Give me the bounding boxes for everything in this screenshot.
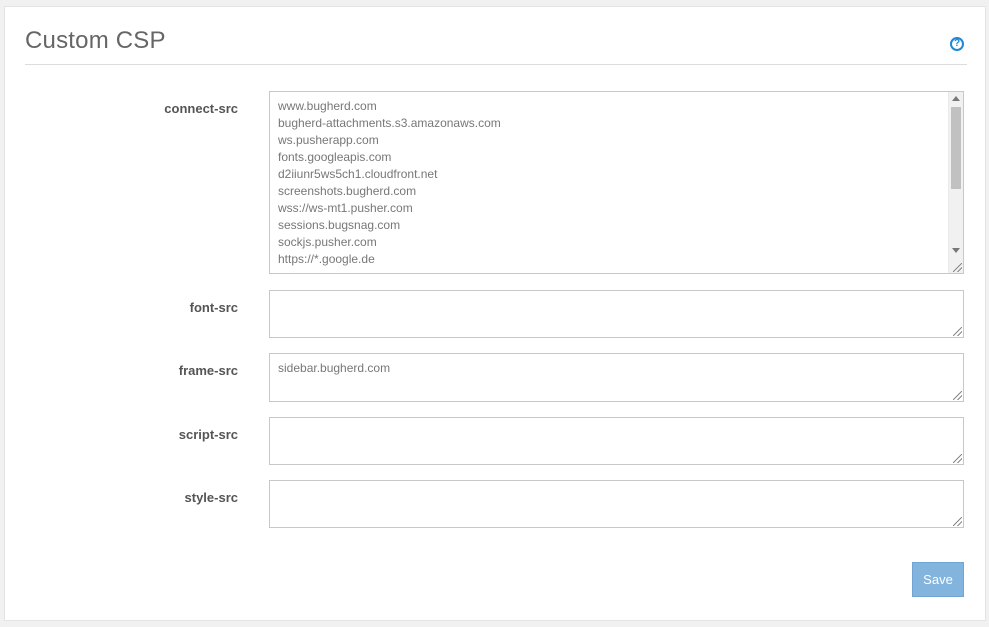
frame-src-label: frame-src: [178, 363, 238, 378]
resize-grip-icon[interactable]: [953, 327, 962, 336]
connect-src-line: screenshots.bugherd.com: [278, 184, 417, 198]
style-src-textarea[interactable]: [269, 480, 964, 528]
connect-src-line: www.bugherd.com: [278, 99, 377, 113]
save-button[interactable]: Save: [912, 562, 964, 597]
connect-src-line: ws.pusherapp.com: [278, 133, 379, 147]
help-question-icon[interactable]: ?: [950, 37, 964, 51]
script-src-textarea[interactable]: [269, 417, 964, 465]
resize-grip-icon[interactable]: [953, 517, 962, 526]
script-src-label: script-src: [178, 427, 238, 442]
frame-src-value: sidebar.bugherd.com: [278, 361, 391, 375]
connect-src-line: wss://ws-mt1.pusher.com: [278, 201, 413, 215]
connect-src-label: connect-src: [164, 101, 238, 116]
font-src-label: font-src: [189, 300, 238, 315]
font-src-textarea[interactable]: [269, 290, 964, 338]
scroll-thumb[interactable]: [951, 107, 961, 189]
page-title: Custom CSP: [25, 27, 166, 54]
resize-grip-icon[interactable]: [953, 454, 962, 463]
connect-src-line: bugherd-attachments.s3.amazonaws.com: [278, 116, 501, 130]
connect-src-line: d2iiunr5ws5ch1.cloudfront.net: [278, 167, 438, 181]
connect-src-lines: www.bugherd.com bugherd-attachments.s3.am…: [278, 98, 955, 268]
scroll-up-arrow-icon[interactable]: [952, 96, 960, 101]
style-src-label: style-src: [184, 490, 238, 505]
connect-src-textarea[interactable]: www.bugherd.com bugherd-attachments.s3.am…: [269, 91, 964, 274]
custom-csp-panel: Custom CSP ? connect-src www.bugherd.com…: [4, 6, 986, 621]
scroll-down-arrow-icon[interactable]: [952, 248, 960, 253]
resize-grip-icon[interactable]: [953, 263, 962, 272]
resize-grip-icon[interactable]: [953, 391, 962, 400]
frame-src-textarea[interactable]: sidebar.bugherd.com: [269, 353, 964, 402]
connect-src-scrollbar[interactable]: [948, 92, 963, 273]
connect-src-line: sockjs.pusher.com: [278, 235, 377, 249]
connect-src-line: sessions.bugsnag.com: [278, 218, 401, 232]
connect-src-line: fonts.googleapis.com: [278, 150, 392, 164]
panel-header: Custom CSP ?: [25, 7, 967, 65]
connect-src-line: https://*.google.de: [278, 252, 375, 266]
